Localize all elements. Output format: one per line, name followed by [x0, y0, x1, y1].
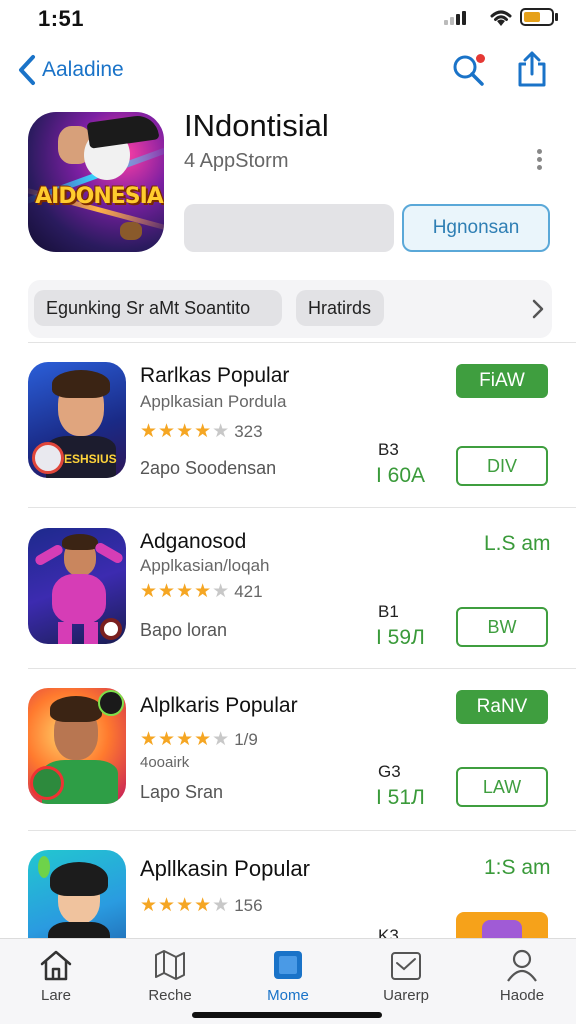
- primary-action-button[interactable]: RaNV: [456, 690, 548, 724]
- map-icon: [155, 950, 185, 980]
- get-button[interactable]: BW: [456, 607, 548, 647]
- tab-apps[interactable]: Mome: [240, 947, 336, 1013]
- tab-label: Reche: [148, 987, 192, 1004]
- size-label: B1: [378, 602, 399, 621]
- rating-count: 1/9: [234, 730, 258, 749]
- size-value: I 51Л: [376, 786, 425, 809]
- rating-stars: ★★★★★ 156: [140, 895, 263, 916]
- rating-stars: ★★★★★ 323: [140, 421, 263, 442]
- app-name: Apllkasin Popular: [140, 856, 310, 881]
- status-bar: 1:51: [0, 0, 576, 36]
- home-icon: [40, 950, 72, 981]
- release-time: L.S am: [484, 532, 551, 555]
- hero-app-icon[interactable]: AIDONESIA: [28, 112, 164, 252]
- app-icon: [28, 528, 126, 644]
- person-icon: [507, 949, 537, 982]
- chip-category-1[interactable]: Egunking Sr aMt Soantito: [34, 290, 282, 326]
- release-time: 1:S am: [484, 856, 551, 879]
- divider: [28, 668, 576, 669]
- apps-icon: [274, 951, 302, 979]
- get-button[interactable]: [184, 204, 394, 252]
- app-icon: [28, 688, 126, 804]
- back-label: Aaladine: [42, 58, 124, 81]
- tab-label: Mome: [267, 987, 309, 1004]
- divider: [28, 830, 576, 831]
- get-button[interactable]: LAW: [456, 767, 548, 807]
- app-title: INdontisial: [184, 108, 329, 143]
- wifi-icon: [490, 10, 512, 26]
- rating-stars: ★★★★★ 1/9: [140, 729, 258, 750]
- app-subtitle: 4ooairk: [140, 754, 190, 771]
- app-meta: Lapo Sran: [140, 782, 224, 802]
- hero-icon-text: AIDONESIA: [35, 184, 164, 209]
- tab-label: Lare: [40, 987, 72, 1004]
- rating-count: 323: [234, 422, 263, 441]
- tab-label: Uarerp: [383, 987, 429, 1004]
- home-indicator[interactable]: [192, 1012, 382, 1018]
- chevron-right-icon[interactable]: [531, 298, 545, 320]
- rating-count: 156: [234, 896, 263, 915]
- app-developer: 4 AppStorm: [184, 150, 289, 172]
- rating-count: 421: [234, 582, 263, 601]
- chevron-left-icon: [19, 55, 35, 85]
- app-subtitle: Applkasian Pordula: [140, 392, 287, 411]
- tab-mail[interactable]: Uarerp: [358, 947, 454, 1013]
- app-meta: Bapo loran: [140, 620, 228, 640]
- size-value: I 59Л: [376, 626, 425, 649]
- chip-category-2[interactable]: Hratirds: [296, 290, 384, 326]
- divider: [28, 342, 576, 343]
- get-button[interactable]: DIV: [456, 446, 548, 486]
- tab-label: Haode: [499, 987, 545, 1004]
- secondary-action-button[interactable]: Hgnonsan: [402, 204, 550, 252]
- primary-action-button[interactable]: FiAW: [456, 364, 548, 398]
- tab-home[interactable]: Lare: [8, 947, 104, 1013]
- divider: [28, 507, 576, 508]
- category-chip-bar: Egunking Sr aMt Soantito Hratirds: [28, 280, 552, 338]
- share-icon[interactable]: [514, 50, 550, 88]
- app-name: Rarlkas Popular: [140, 364, 290, 387]
- rating-stars: ★★★★★ 421: [140, 581, 263, 602]
- icon-badge-text: ESHSIUS: [64, 452, 117, 466]
- battery-tip: [555, 13, 558, 21]
- battery-icon: [520, 8, 554, 26]
- size-label: B3: [378, 440, 399, 459]
- tab-profile[interactable]: Haode: [474, 947, 570, 1013]
- status-time: 1:51: [38, 6, 85, 31]
- notification-dot: [476, 54, 485, 63]
- app-icon: ESHSIUS: [28, 362, 126, 478]
- app-meta: 2apo Soodensan: [140, 458, 277, 478]
- app-subtitle: Applkasian/loqah: [140, 556, 270, 575]
- more-options-icon[interactable]: [532, 146, 546, 176]
- back-button[interactable]: Aaladine: [18, 52, 124, 88]
- app-name: Adganosod: [140, 530, 247, 553]
- app-name: Alplkaris Popular: [140, 694, 298, 717]
- size-value: I 60A: [376, 464, 426, 487]
- size-label: G3: [378, 762, 401, 781]
- signal-icon: [444, 11, 470, 25]
- tab-map[interactable]: Reche: [122, 947, 218, 1013]
- mail-icon: [391, 952, 421, 980]
